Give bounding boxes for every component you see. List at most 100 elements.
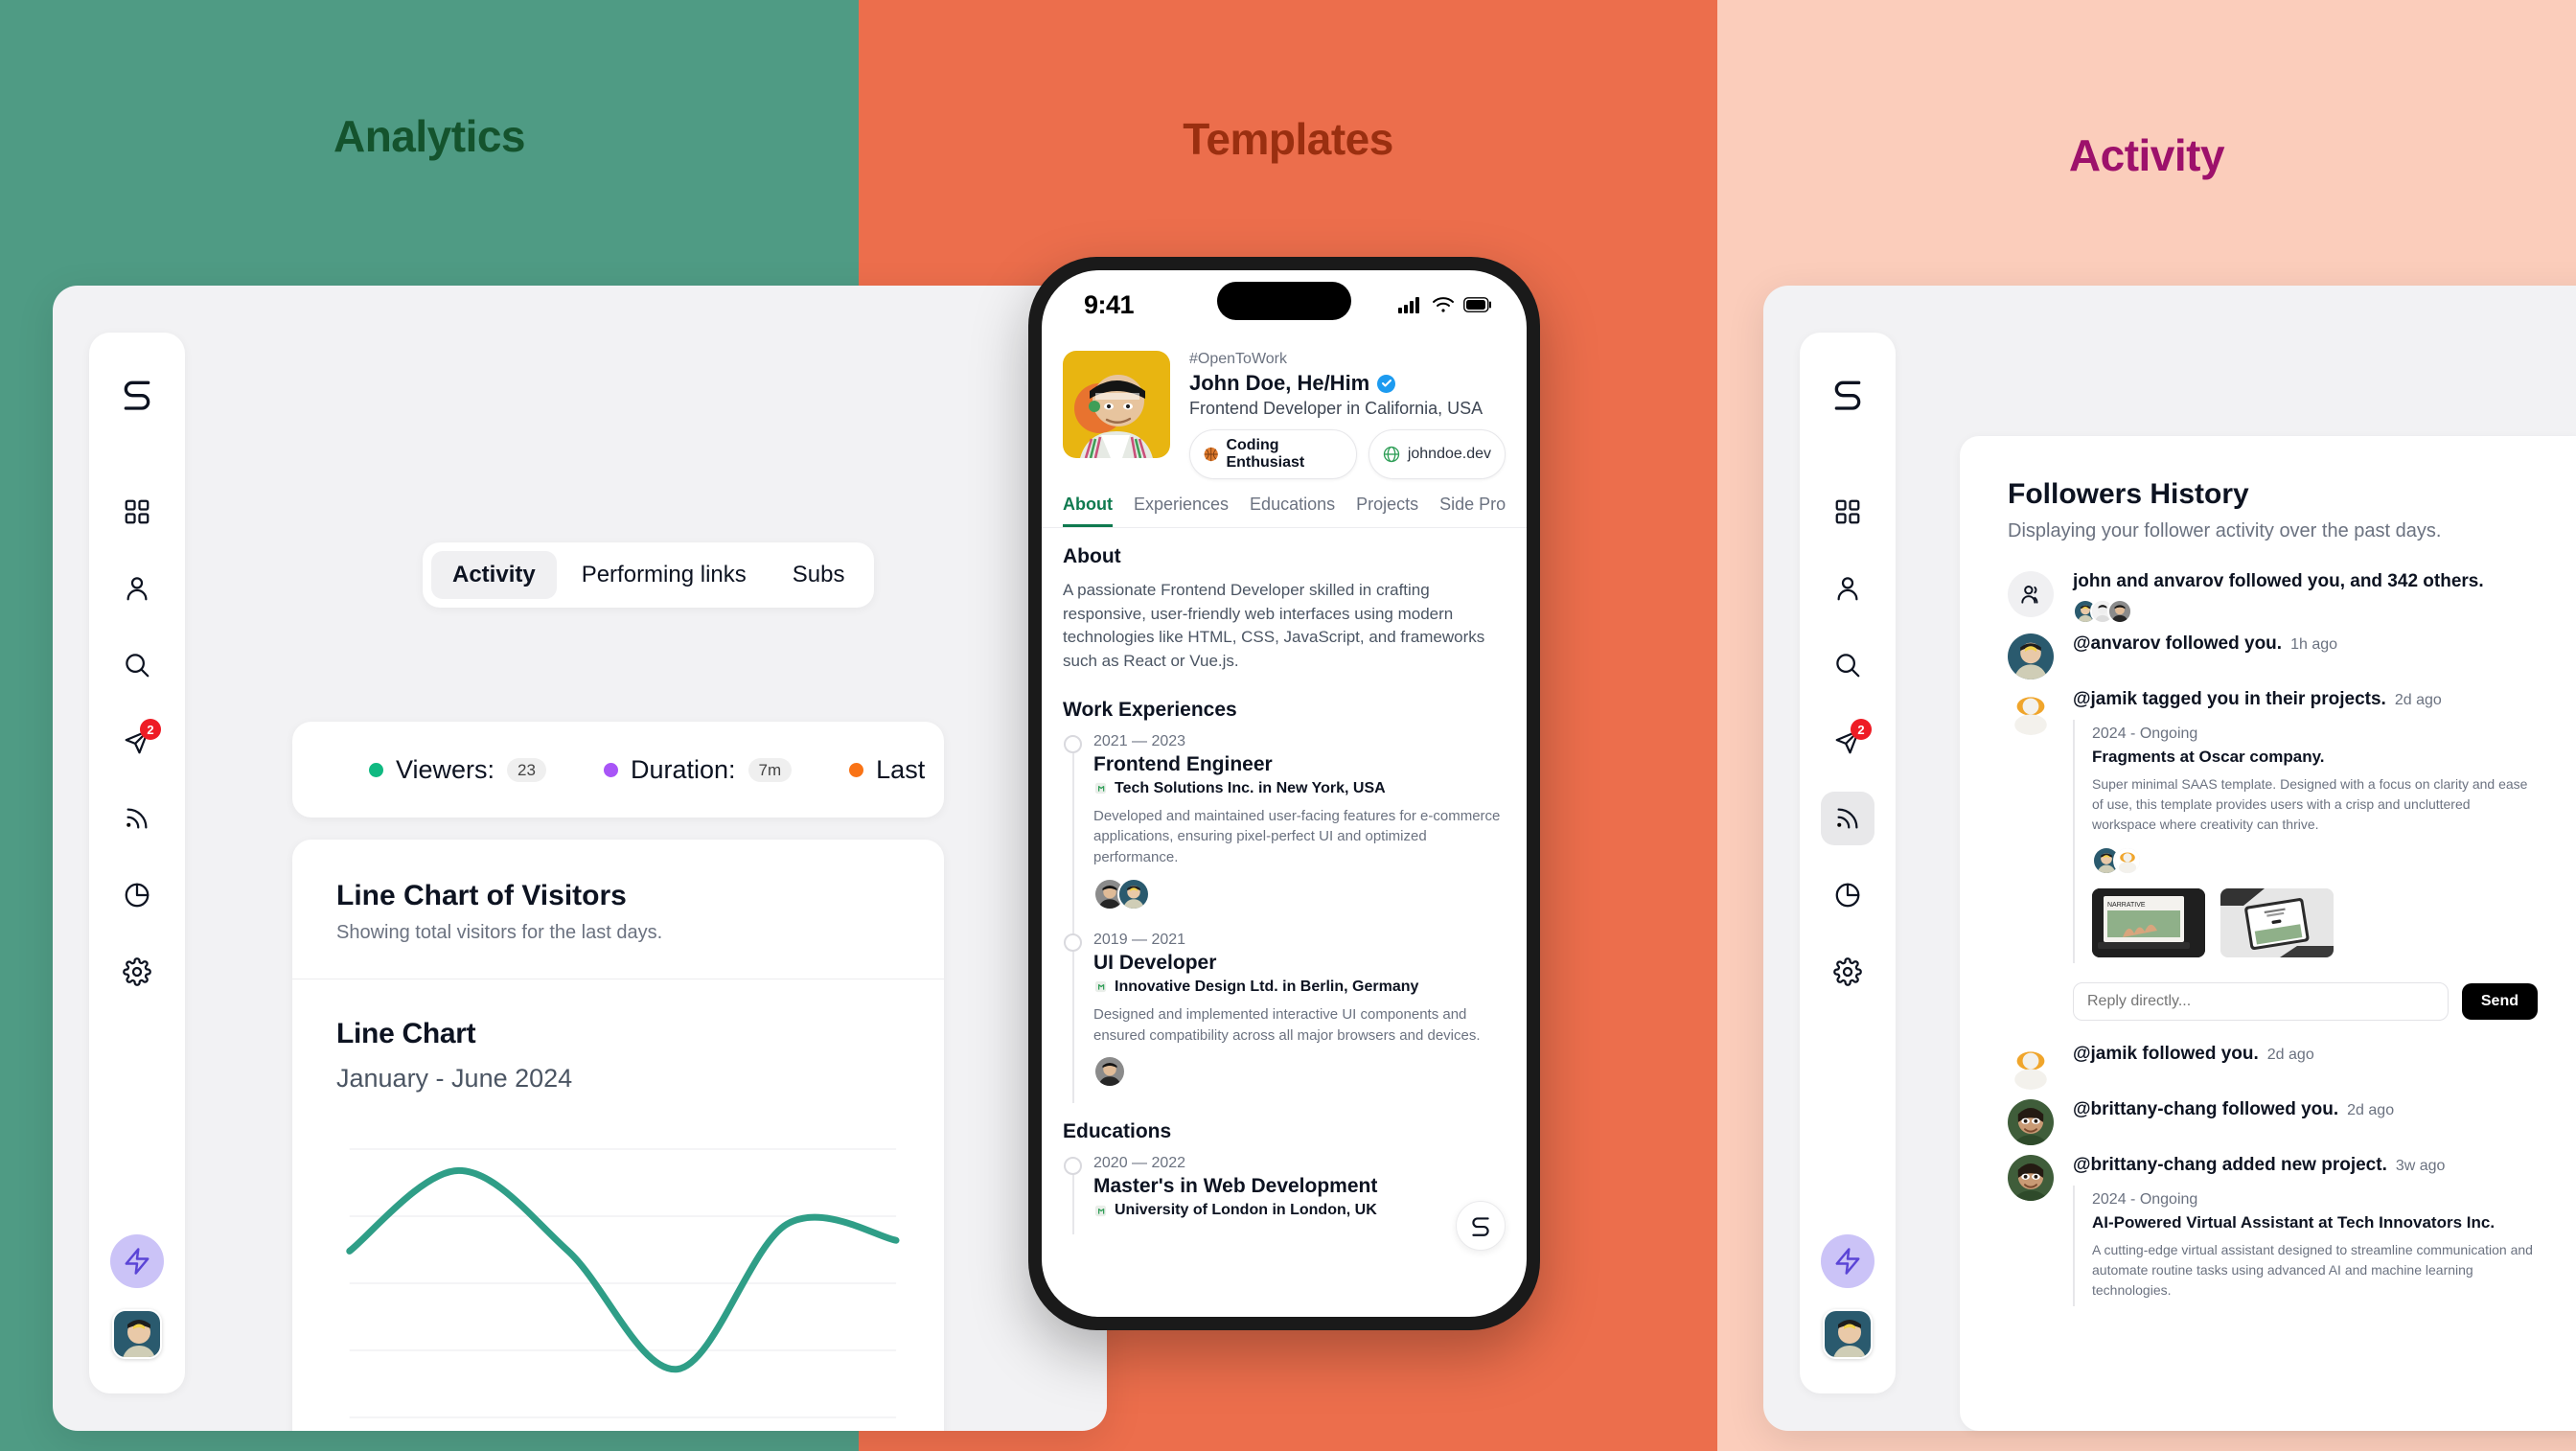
activity-item-text: john and anvarov followed you, and 342 o…	[2073, 571, 2484, 591]
phone-content: About A passionate Frontend Developer sk…	[1042, 528, 1527, 1266]
sidebar-item-messages[interactable]: 2	[110, 715, 164, 769]
panel-title-templates: Templates	[1183, 114, 1393, 164]
timeline-avatars	[1093, 1055, 1506, 1089]
sidebar-item-profile[interactable]	[1821, 562, 1874, 615]
svg-text:NARRATIVE: NARRATIVE	[2107, 902, 2146, 909]
sidebar-item-settings[interactable]	[110, 945, 164, 999]
work-heading: Work Experiences	[1063, 698, 1237, 721]
panel-title-analytics: Analytics	[333, 111, 526, 161]
collaborator-avatar	[1117, 877, 1150, 910]
brand-logo-icon[interactable]	[1828, 375, 1867, 418]
chip-coding-enthusiast[interactable]: Coding Enthusiast	[1189, 429, 1357, 479]
brand-logo-icon[interactable]	[118, 375, 156, 418]
chart-title: Line Chart	[336, 1018, 476, 1049]
followers-history-card: Followers History Displaying your follow…	[1960, 436, 2576, 1431]
bolt-icon[interactable]	[1821, 1234, 1874, 1288]
stat-last-label: Last	[876, 754, 926, 784]
sidebar-item-feed[interactable]	[1821, 792, 1874, 845]
grid-icon	[125, 499, 150, 524]
sidebar-item-feed[interactable]	[110, 792, 164, 845]
reply-input[interactable]	[2073, 982, 2449, 1021]
chip-website-label: johndoe.dev	[1407, 446, 1491, 462]
phone-profile-header: #OpenToWork John Doe, He/Him Frontend De…	[1042, 339, 1527, 479]
sidebar-item-dashboard[interactable]	[110, 485, 164, 539]
timeline-date: 2021 — 2023	[1093, 732, 1186, 749]
narrative-laptop-thumbnail[interactable]: NARRATIVE	[2092, 888, 2205, 957]
timeline-avatars	[1093, 877, 1506, 910]
about-text: A passionate Frontend Developer skilled …	[1063, 581, 1485, 670]
profile-chips: Coding Enthusiast johndoe.dev	[1189, 429, 1506, 479]
tablet-mockup-thumbnail[interactable]	[2220, 888, 2334, 957]
jamik-avatar[interactable]	[2008, 1044, 2054, 1090]
phone-tab-educations[interactable]: Educations	[1250, 495, 1335, 527]
pie-chart-icon	[125, 883, 150, 908]
chart-card-title: Line Chart of Visitors	[336, 880, 627, 911]
chart-card-subtitle: Showing total visitors for the last days…	[336, 922, 663, 943]
phone-tab-projects[interactable]: Projects	[1356, 495, 1418, 527]
activity-item-body: @brittany-chang followed you. 2d ago	[2073, 1099, 2538, 1145]
sidebar-item-analytics[interactable]	[110, 868, 164, 922]
tab-activity[interactable]: Activity	[431, 551, 557, 599]
brittany-avatar[interactable]	[2008, 1099, 2054, 1145]
gear-icon	[123, 957, 151, 986]
activity-item-time: 3w ago	[2395, 1158, 2446, 1174]
jamik-avatar[interactable]	[2008, 689, 2054, 735]
send-button[interactable]: Send	[2461, 983, 2538, 1020]
basketball-icon	[1204, 447, 1218, 462]
sidebar-icons-left: 2	[110, 485, 164, 999]
dynamic-island	[1217, 282, 1351, 320]
user-avatar[interactable]	[1823, 1309, 1873, 1359]
sidebar-item-search[interactable]	[1821, 638, 1874, 692]
stat-duration-label: Duration:	[630, 754, 736, 784]
search-icon	[126, 654, 150, 678]
timeline-bullet-icon	[1064, 1157, 1082, 1176]
notification-badge: 2	[140, 719, 161, 740]
sidebar-item-profile[interactable]	[110, 562, 164, 615]
activity-item-text: @brittany-chang added new project. 3w ago	[2073, 1155, 2446, 1175]
activity-card-title: Followers History	[2008, 478, 2249, 510]
user-icon	[1837, 577, 1858, 601]
phone-tab-side-pro[interactable]: Side Pro	[1439, 495, 1506, 527]
timeline-role: Frontend Engineer	[1093, 752, 1273, 775]
pie-chart-icon	[1835, 883, 1860, 908]
collaborator-avatar	[2113, 846, 2142, 875]
bolt-icon[interactable]	[110, 1234, 164, 1288]
user-avatar[interactable]	[112, 1309, 162, 1359]
chip-website[interactable]: johndoe.dev	[1368, 429, 1506, 479]
activity-item-text: @anvarov followed you. 1h ago	[2073, 633, 2338, 654]
analytics-app-window: 2 Activity Performing links Subs Viewers…	[53, 286, 1107, 1431]
status-time: 9:41	[1084, 289, 1135, 319]
stack-avatar	[2107, 599, 2132, 624]
education-timeline: 2020 — 2022 Master's in Web Development Un…	[1063, 1155, 1506, 1240]
tab-performing-links[interactable]: Performing links	[561, 551, 768, 599]
timeline-org: Innovative Design Ltd. in Berlin, German…	[1093, 979, 1506, 996]
phone-screen: 9:41 #OpenToWork John Doe, He/Him Fronte…	[1042, 270, 1527, 1317]
brittany-avatar[interactable]	[2008, 1155, 2054, 1201]
activity-feed-item: @brittany-chang added new project. 3w ago…	[2008, 1155, 2538, 1306]
activity-item-time: 2d ago	[2266, 1047, 2314, 1063]
stat-viewers-value: 23	[507, 757, 546, 782]
anvarov-avatar[interactable]	[2008, 633, 2054, 679]
activity-feed-item: @jamik followed you. 2d ago	[2008, 1044, 2538, 1090]
profile-avatar[interactable]	[1063, 351, 1170, 458]
phone-tabbar: About Experiences Educations Projects Side P…	[1042, 479, 1527, 528]
phone-tab-about[interactable]: About	[1063, 495, 1113, 527]
phone-fab-logo-icon[interactable]	[1456, 1201, 1506, 1251]
tab-subs[interactable]: Subs	[771, 551, 866, 599]
group-avatar	[2008, 571, 2054, 617]
project-title: AI-Powered Virtual Assistant at Tech Inn…	[2092, 1213, 2496, 1232]
chart-plot-area	[336, 1132, 900, 1429]
phone-tab-experiences[interactable]: Experiences	[1134, 495, 1229, 527]
timeline-line	[1072, 744, 1074, 1104]
sidebar-item-search[interactable]	[110, 638, 164, 692]
sidebar-item-messages[interactable]: 2	[1821, 715, 1874, 769]
timeline-item: 2019 — 2021 UI Developer Innovative Design…	[1064, 932, 1506, 1110]
education-heading: Educations	[1063, 1120, 1172, 1143]
timeline-role: Master's in Web Development	[1093, 1175, 1378, 1198]
sidebar-item-settings[interactable]	[1821, 945, 1874, 999]
globe-icon	[1383, 446, 1399, 463]
project-thumbnails: NARRATIVE	[2092, 888, 2538, 957]
sidebar-item-dashboard[interactable]	[1821, 485, 1874, 539]
timeline-org-label: University of London in London, UK	[1115, 1202, 1377, 1219]
sidebar-item-analytics[interactable]	[1821, 868, 1874, 922]
